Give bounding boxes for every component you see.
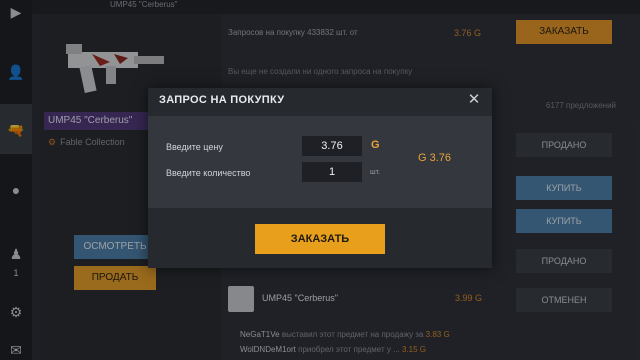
dialog-header: ЗАПРОС НА ПОКУПКУ ✕ <box>148 88 492 112</box>
currency-icon: G <box>371 139 380 151</box>
price-input[interactable]: 3.76 <box>302 136 362 156</box>
purchase-request-dialog: ЗАПРОС НА ПОКУПКУ ✕ Введите цену 3.76 G … <box>148 88 492 268</box>
total-price: G 3.76 <box>418 152 452 164</box>
dialog-title: ЗАПРОС НА ПОКУПКУ <box>159 94 285 106</box>
quantity-unit: шт. <box>370 169 380 176</box>
close-icon[interactable]: ✕ <box>464 90 484 110</box>
dialog-order-button[interactable]: ЗАКАЗАТЬ <box>255 224 385 254</box>
price-label: Введите цену <box>166 142 223 152</box>
quantity-label: Введите количество <box>166 168 251 178</box>
quantity-input[interactable]: 1 <box>302 162 362 182</box>
